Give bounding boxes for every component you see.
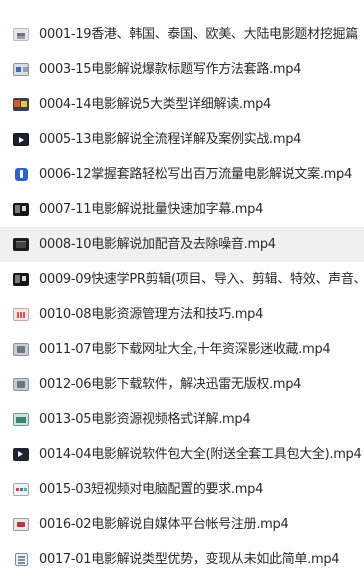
file-name: 0008-10电影解说加配音及去除噪音.mp4 (39, 237, 276, 252)
file-list: 0001-19香港、韩国、泰国、欧美、大陆电影题材挖掘篇 0003-15电影解说… (0, 17, 364, 577)
file-row[interactable]: 0010-08电影资源管理方法和技巧.mp4 (0, 297, 364, 332)
file-name: 0015-03短视频对电脑配置的要求.mp4 (39, 482, 264, 497)
video-thumbnail-icon (13, 483, 29, 496)
video-thumbnail-icon (13, 63, 29, 76)
file-row[interactable]: 0017-01电影解说类型优势，变现从未如此简单.mp4 (0, 542, 364, 577)
file-name: 0006-12掌握套路轻松写出百万流量电影解说文案.mp4 (39, 167, 352, 182)
file-row[interactable]: 0001-19香港、韩国、泰国、欧美、大陆电影题材挖掘篇 (0, 17, 364, 52)
video-thumbnail-icon (13, 98, 29, 111)
file-name: 0010-08电影资源管理方法和技巧.mp4 (39, 307, 264, 322)
file-name: 0009-09快速学PR剪辑(项目、导入、剪辑、特效、声音、 (39, 272, 364, 287)
file-row[interactable]: 0016-02电影解说自媒体平台帐号注册.mp4 (0, 507, 364, 542)
video-thumbnail-icon (13, 448, 29, 461)
video-thumbnail-icon (13, 378, 29, 391)
file-row[interactable]: 0007-11电影解说批量快速加字幕.mp4 (0, 192, 364, 227)
video-thumbnail-icon (13, 308, 29, 321)
file-row[interactable]: 0011-07电影下载网址大全,十年资深影迷收藏.mp4 (0, 332, 364, 367)
file-name: 0004-14电影解说5大类型详细解读.mp4 (39, 97, 272, 112)
file-row[interactable]: 0005-13电影解说全流程详解及案例实战.mp4 (0, 122, 364, 157)
file-name: 0016-02电影解说自媒体平台帐号注册.mp4 (39, 517, 289, 532)
video-thumbnail-icon (15, 168, 28, 181)
file-name: 0011-07电影下载网址大全,十年资深影迷收藏.mp4 (39, 342, 331, 357)
file-row[interactable]: 0004-14电影解说5大类型详细解读.mp4 (0, 87, 364, 122)
video-thumbnail-icon (15, 553, 28, 566)
file-row[interactable]: 0012-06电影下载软件，解决迅雷无版权.mp4 (0, 367, 364, 402)
file-row[interactable]: 0013-05电影资源视频格式详解.mp4 (0, 402, 364, 437)
file-row[interactable]: 0006-12掌握套路轻松写出百万流量电影解说文案.mp4 (0, 157, 364, 192)
file-name: 0013-05电影资源视频格式详解.mp4 (39, 412, 251, 427)
video-thumbnail-icon (13, 343, 29, 356)
file-name: 0005-13电影解说全流程详解及案例实战.mp4 (39, 132, 302, 147)
video-thumbnail-icon (13, 133, 29, 146)
video-thumbnail-icon (13, 413, 29, 426)
video-thumbnail-icon (13, 238, 29, 251)
file-row[interactable]: 0003-15电影解说爆款标题写作方法套路.mp4 (0, 52, 364, 87)
file-name: 0007-11电影解说批量快速加字幕.mp4 (39, 202, 264, 217)
file-row[interactable]: 0008-10电影解说加配音及去除噪音.mp4 (0, 227, 364, 262)
file-row[interactable]: 0014-04电影解说软件包大全(附送全套工具包大全).mp4 (0, 437, 364, 472)
video-thumbnail-icon (13, 203, 29, 216)
video-thumbnail-icon (13, 273, 29, 286)
file-row[interactable]: 0015-03短视频对电脑配置的要求.mp4 (0, 472, 364, 507)
file-name: 0014-04电影解说软件包大全(附送全套工具包大全).mp4 (39, 447, 362, 462)
file-name: 0001-19香港、韩国、泰国、欧美、大陆电影题材挖掘篇 (39, 27, 358, 42)
file-row[interactable]: 0009-09快速学PR剪辑(项目、导入、剪辑、特效、声音、 (0, 262, 364, 297)
document-thumbnail-icon (13, 28, 29, 41)
video-thumbnail-icon (13, 518, 29, 531)
file-name: 0012-06电影下载软件，解决迅雷无版权.mp4 (39, 377, 302, 392)
file-name: 0003-15电影解说爆款标题写作方法套路.mp4 (39, 62, 302, 77)
file-name: 0017-01电影解说类型优势，变现从未如此简单.mp4 (39, 552, 340, 567)
